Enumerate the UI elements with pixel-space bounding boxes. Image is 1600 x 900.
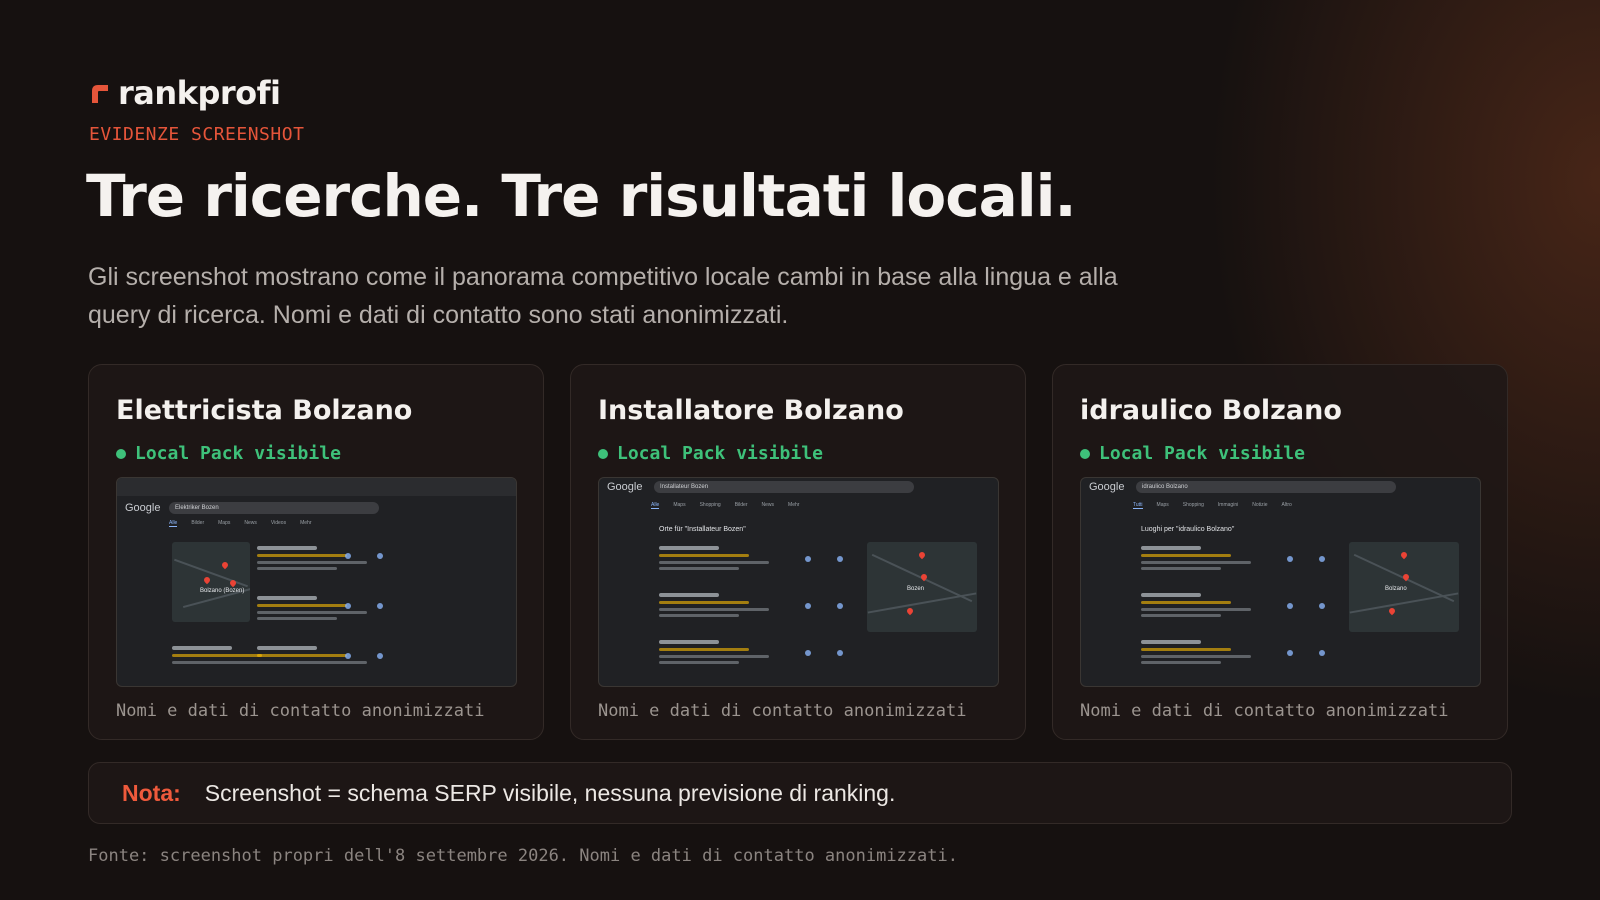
page-subtitle: Gli screenshot mostrano come il panorama… xyxy=(88,263,1118,329)
local-pack-heading: Luoghi per "idraulico Bolzano" xyxy=(1141,526,1235,533)
google-logo: Google xyxy=(1089,481,1125,493)
local-pack-heading: Orte für "Installateur Bozen" xyxy=(659,526,746,533)
serp-screenshot: Google Installateur Bozen Alle Maps Shoppi… xyxy=(598,477,999,687)
badge-label: Local Pack visibile xyxy=(1099,443,1305,464)
card-idraulico: idraulico Bolzano Local Pack visibile Go… xyxy=(1052,364,1508,740)
badge-label: Local Pack visibile xyxy=(617,443,823,464)
card-caption: Nomi e dati di contatto anonimizzati xyxy=(598,701,967,721)
serp-screenshot: Google idraulico Bolzano Tutti Maps Shoppi… xyxy=(1080,477,1481,687)
google-logo: Google xyxy=(125,502,161,514)
card-title: idraulico Bolzano xyxy=(1080,395,1342,426)
serp-search-box: idraulico Bolzano xyxy=(1136,481,1396,493)
status-dot-icon xyxy=(1080,448,1090,459)
status-dot-icon xyxy=(598,448,608,459)
cards-row: Elettricista Bolzano Local Pack visibile… xyxy=(88,364,1508,740)
note-box: Nota: Screenshot = schema SERP visibile,… xyxy=(88,762,1512,824)
serp-tabs: Tutti Maps Shopping Immagini Notizie Altro xyxy=(1133,502,1292,509)
serp-tabs: Alle Bilder Maps News Videos Mehr xyxy=(169,520,312,527)
card-elettricista: Elettricista Bolzano Local Pack visibile… xyxy=(88,364,544,740)
card-title: Installatore Bolzano xyxy=(598,395,904,426)
serp-map: Bolzano xyxy=(1349,542,1459,632)
badge-label: Local Pack visibile xyxy=(135,443,341,464)
serp-search-box: Elektriker Bozen xyxy=(169,502,379,514)
card-installatore: Installatore Bolzano Local Pack visibile… xyxy=(570,364,1026,740)
page-title: Tre ricerche. Tre risultati locali. xyxy=(86,162,1077,230)
serp-tabs: Alle Maps Shopping Bilder News Mehr xyxy=(651,502,800,509)
note-text: Screenshot = schema SERP visibile, nessu… xyxy=(204,779,896,806)
card-title: Elettricista Bolzano xyxy=(116,395,413,426)
note-label: Nota: xyxy=(122,779,181,806)
google-logo: Google xyxy=(607,481,643,493)
status-dot-icon xyxy=(116,448,126,459)
rankprofi-logo-icon xyxy=(92,85,108,103)
serp-search-box: Installateur Bozen xyxy=(654,481,914,493)
card-caption: Nomi e dati di contatto anonimizzati xyxy=(116,701,485,721)
serp-map: Bolzano (Bozen) xyxy=(172,542,250,622)
status-badge: Local Pack visibile xyxy=(116,443,341,464)
status-badge: Local Pack visibile xyxy=(598,443,823,464)
brand-name: rankprofi xyxy=(118,74,281,112)
serp-map: Bozen xyxy=(867,542,977,632)
brand-logo: rankprofi xyxy=(88,74,281,112)
source-footnote: Fonte: screenshot propri dell'8 settembr… xyxy=(88,846,958,866)
serp-screenshot: Google Elektriker Bozen Alle Bilder Maps Ne… xyxy=(116,477,517,687)
browser-bar xyxy=(117,478,516,496)
card-caption: Nomi e dati di contatto anonimizzati xyxy=(1080,701,1449,721)
status-badge: Local Pack visibile xyxy=(1080,443,1305,464)
eyebrow-label: EVIDENZE SCREENSHOT xyxy=(89,124,305,145)
